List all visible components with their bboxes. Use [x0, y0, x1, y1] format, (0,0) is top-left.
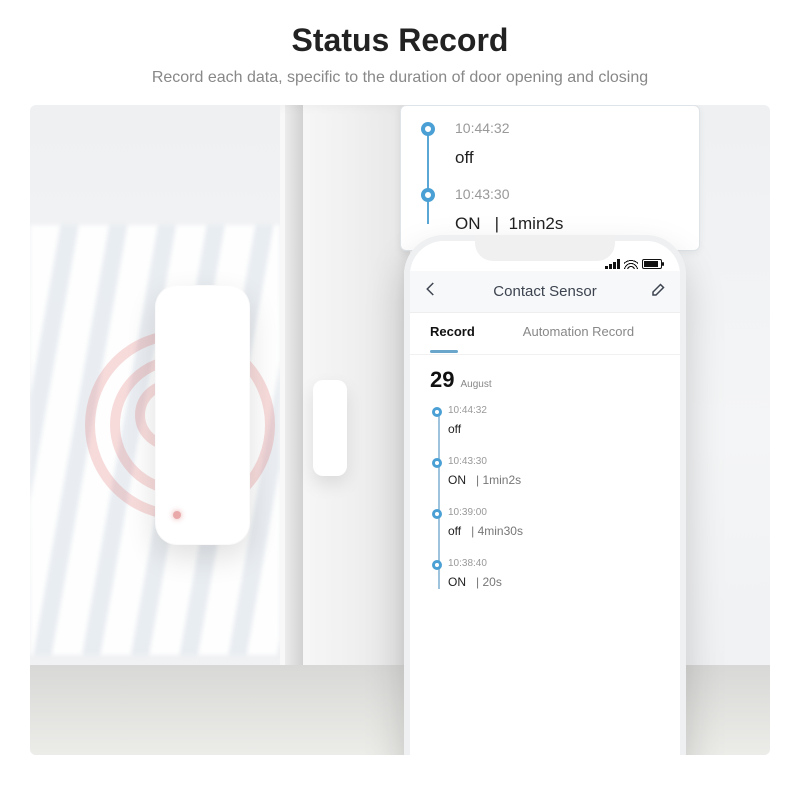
phone-log: 10:44:32 off 10:43:30 ON | 1min2s 10:39:… [410, 401, 680, 589]
callout-state: off [455, 148, 685, 168]
page-title: Status Record [0, 22, 800, 59]
wifi-icon [624, 259, 638, 269]
log-entry[interactable]: 10:43:30 ON | 1min2s [448, 456, 660, 487]
timeline-dot-icon [432, 458, 442, 468]
tabs: Record Automation Record [410, 313, 680, 355]
log-time: 10:44:32 [448, 405, 660, 416]
log-time: 10:43:30 [448, 456, 660, 467]
timeline-dot-icon [432, 560, 442, 570]
callout-time: 10:44:32 [455, 120, 685, 136]
edit-icon[interactable] [650, 280, 668, 303]
callout-entry: 10:43:30 ON | 1min2s [449, 186, 685, 234]
date-day: 29 [430, 367, 454, 393]
page-subtitle: Record each data, specific to the durati… [0, 69, 800, 87]
tab-automation-record[interactable]: Automation Record [523, 324, 634, 343]
tab-record[interactable]: Record [430, 324, 475, 343]
timeline-line [427, 132, 429, 224]
door-gap [285, 105, 303, 755]
log-state: off | 4min30s [448, 524, 660, 538]
battery-icon [642, 259, 662, 269]
door-sensor-magnet [313, 380, 347, 476]
callout-time: 10:43:30 [455, 186, 685, 202]
log-time: 10:38:40 [448, 558, 660, 569]
timeline-dot-icon [432, 407, 442, 417]
log-state: ON | 1min2s [448, 473, 660, 487]
phone-notch [475, 235, 615, 261]
timeline-dot-icon [421, 122, 435, 136]
navbar-title: Contact Sensor [493, 283, 596, 300]
log-entry[interactable]: 10:39:00 off | 4min30s [448, 507, 660, 538]
app-navbar: Contact Sensor [410, 271, 680, 313]
door-sensor-main [155, 285, 250, 545]
log-entry[interactable]: 10:44:32 off [448, 405, 660, 436]
callout-entry: 10:44:32 off [449, 120, 685, 168]
callout-state: ON | 1min2s [455, 214, 685, 234]
date-month: August [460, 379, 491, 390]
back-icon[interactable] [422, 280, 440, 303]
state-label: ON [455, 214, 481, 233]
phone-screen: Contact Sensor Record Automation Record … [410, 241, 680, 755]
phone-mockup: Contact Sensor Record Automation Record … [404, 235, 686, 755]
product-scene: 10:44:32 off 10:43:30 ON | 1min2s [30, 105, 770, 755]
log-time: 10:39:00 [448, 507, 660, 518]
log-state: ON | 20s [448, 575, 660, 589]
log-entry[interactable]: 10:38:40 ON | 20s [448, 558, 660, 589]
timeline-dot-icon [432, 509, 442, 519]
timeline-dot-icon [421, 188, 435, 202]
log-state: off [448, 422, 660, 436]
cellular-icon [605, 259, 620, 269]
marketing-header: Status Record Record each data, specific… [0, 0, 800, 87]
date-heading: 29 August [410, 355, 680, 401]
log-callout: 10:44:32 off 10:43:30 ON | 1min2s [400, 105, 700, 251]
duration-label: 1min2s [509, 214, 564, 233]
